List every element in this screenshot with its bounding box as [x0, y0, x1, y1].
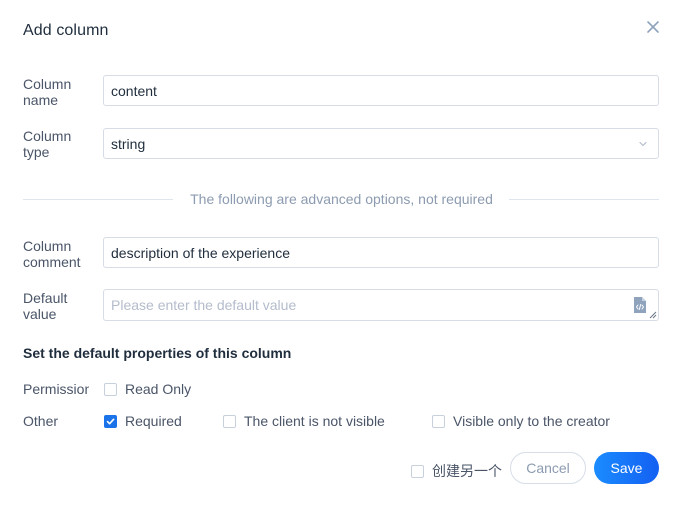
visible-creator-only-checkbox-box[interactable]: [432, 414, 445, 428]
column-type-label-line2: type: [23, 144, 50, 160]
add-column-dialog: Add column Column name content Column ty…: [0, 0, 683, 509]
column-comment-label-line1: Column: [23, 238, 72, 254]
dialog-title: Add column: [23, 22, 109, 39]
column-comment-value: description of the experience: [111, 244, 290, 261]
read-only-label: Read Only: [125, 381, 192, 397]
column-name-input[interactable]: content: [103, 75, 659, 106]
column-comment-input[interactable]: description of the experience: [103, 237, 659, 268]
column-type-label: Column type: [23, 128, 93, 160]
column-type-label-line1: Column: [23, 128, 72, 144]
column-type-value: string: [111, 135, 146, 152]
client-not-visible-checkbox[interactable]: The client is not visible: [223, 413, 385, 429]
advanced-options-divider-text: The following are advanced options, not …: [190, 191, 493, 207]
default-value-label-line2: value: [23, 306, 57, 322]
client-not-visible-label: The client is not visible: [244, 413, 385, 429]
column-name-value: content: [111, 82, 157, 99]
client-not-visible-checkbox-box[interactable]: [223, 414, 236, 428]
column-comment-label: Column comment: [23, 238, 93, 270]
column-type-select[interactable]: string: [103, 128, 659, 159]
required-checkbox[interactable]: Required: [104, 413, 182, 429]
default-value-label-line1: Default: [23, 290, 68, 306]
required-label: Required: [125, 413, 182, 429]
create-another-checkbox-box[interactable]: [411, 464, 424, 478]
read-only-checkbox[interactable]: Read Only: [104, 381, 191, 397]
create-another-label: 创建另一个: [432, 463, 502, 479]
default-value-textarea[interactable]: Please enter the default value: [103, 289, 659, 321]
properties-section-title: Set the default properties of this colum…: [23, 345, 292, 361]
cancel-button[interactable]: Cancel: [510, 452, 586, 484]
default-value-placeholder: Please enter the default value: [111, 297, 297, 313]
create-another-checkbox[interactable]: 创建另一个: [411, 461, 502, 481]
resize-grip-icon[interactable]: [649, 311, 657, 319]
code-file-icon[interactable]: [632, 296, 648, 314]
default-value-label: Default value: [23, 290, 93, 322]
close-icon[interactable]: [644, 18, 662, 36]
save-button[interactable]: Save: [594, 452, 659, 484]
read-only-checkbox-box[interactable]: [104, 382, 117, 396]
column-name-label: Column name: [23, 76, 93, 108]
visible-creator-only-checkbox[interactable]: Visible only to the creator: [432, 413, 610, 429]
permissions-label: Permissions: [23, 381, 89, 397]
other-label: Other: [23, 413, 59, 429]
check-icon: [106, 418, 115, 424]
column-name-label-line1: Column: [23, 76, 72, 92]
required-checkbox-box[interactable]: [104, 414, 117, 428]
visible-creator-only-label: Visible only to the creator: [453, 413, 610, 429]
column-comment-label-line2: comment: [23, 254, 81, 270]
column-name-label-line2: name: [23, 92, 59, 108]
chevron-down-icon: [637, 138, 649, 150]
